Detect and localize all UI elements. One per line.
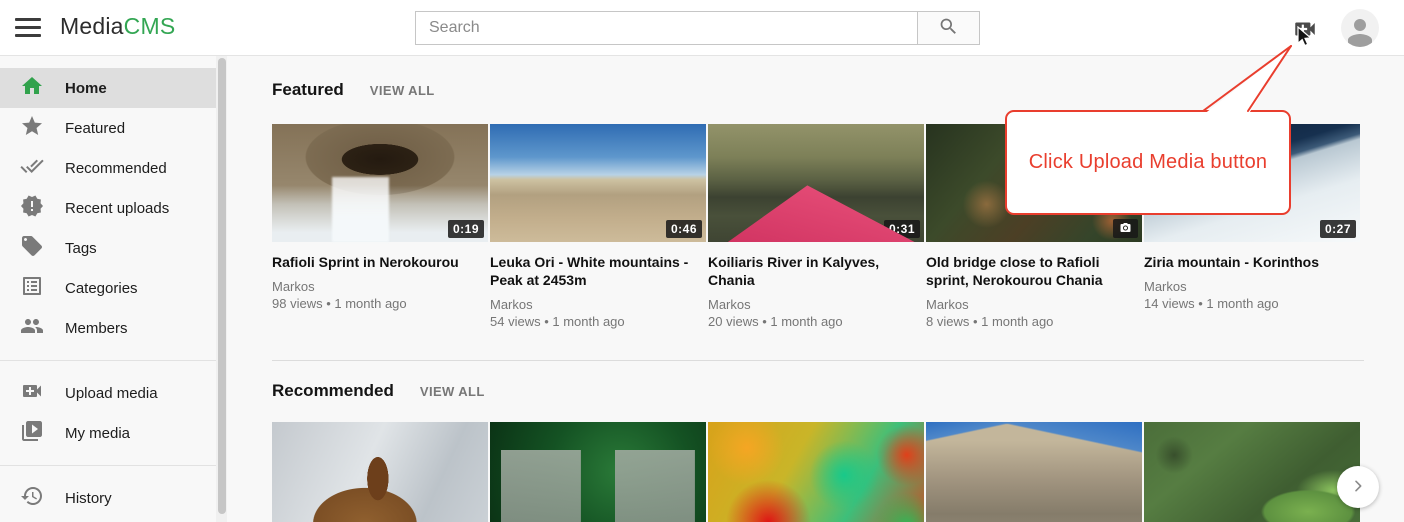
sidebar-item-label: Recent uploads — [65, 200, 169, 217]
section-title: Recommended — [272, 381, 394, 401]
sidebar-item-label: My media — [65, 425, 130, 442]
video-title[interactable]: Old bridge close to Rafioli sprint, Nero… — [926, 253, 1142, 289]
sidebar-item-recommended[interactable]: Recommended — [0, 148, 216, 188]
search-input[interactable] — [415, 11, 917, 45]
video-card[interactable] — [490, 422, 706, 522]
video-meta: 14 views • 1 month ago — [1144, 295, 1360, 312]
video-card[interactable] — [926, 422, 1142, 522]
video-author[interactable]: Markos — [708, 296, 924, 313]
section-divider — [272, 360, 1364, 361]
section-title: Featured — [272, 80, 344, 100]
video-author[interactable]: Markos — [272, 278, 488, 295]
sidebar: Home Featured Recommended Recent uploads… — [0, 56, 216, 522]
members-icon — [20, 314, 44, 342]
menu-icon[interactable] — [15, 18, 41, 38]
photo-camera-icon — [1113, 219, 1138, 238]
sidebar-item-members[interactable]: Members — [0, 308, 216, 348]
mouse-cursor — [1297, 26, 1313, 53]
video-library-icon — [20, 419, 44, 447]
home-icon — [20, 74, 44, 102]
logo-part-cms: CMS — [124, 13, 176, 39]
video-title[interactable]: Rafioli Sprint in Nerokourou — [272, 253, 488, 271]
recommended-section-header: Recommended VIEW ALL — [272, 381, 485, 401]
search-icon — [938, 16, 959, 40]
tag-icon — [20, 234, 44, 262]
duration-badge: 0:46 — [666, 220, 702, 238]
sidebar-item-tags[interactable]: Tags — [0, 228, 216, 268]
sidebar-item-label: Categories — [65, 280, 138, 297]
sidebar-item-label: History — [65, 490, 112, 507]
video-author[interactable]: Markos — [1144, 278, 1360, 295]
sidebar-item-label: Recommended — [65, 160, 167, 177]
callout-pointer — [1190, 40, 1300, 116]
video-card[interactable]: 0:46 Leuka Ori - White mountains - Peak … — [490, 124, 706, 330]
sidebar-item-recent-uploads[interactable]: Recent uploads — [0, 188, 216, 228]
sidebar-divider — [0, 360, 216, 361]
recommended-row — [272, 422, 1360, 522]
video-card[interactable]: 0:31 Koiliaris River in Kalyves, Chania … — [708, 124, 924, 330]
video-card[interactable]: 0:19 Rafioli Sprint in Nerokourou Markos… — [272, 124, 488, 330]
video-meta: 98 views • 1 month ago — [272, 295, 488, 312]
star-icon — [20, 114, 44, 142]
tutorial-callout: Click Upload Media button — [1005, 110, 1291, 215]
carousel-next-button[interactable] — [1337, 466, 1379, 508]
sidebar-item-label: Tags — [65, 240, 97, 257]
video-thumbnail[interactable]: 0:31 — [708, 124, 924, 242]
video-meta: 54 views • 1 month ago — [490, 313, 706, 330]
sidebar-item-label: Upload media — [65, 385, 158, 402]
video-author[interactable]: Markos — [926, 296, 1142, 313]
featured-view-all-link[interactable]: VIEW ALL — [370, 83, 435, 98]
video-author[interactable]: Markos — [490, 296, 706, 313]
user-avatar-icon[interactable] — [1341, 9, 1379, 47]
app-logo[interactable]: MediaCMS — [60, 13, 175, 40]
recommended-view-all-link[interactable]: VIEW ALL — [420, 384, 485, 399]
duration-badge: 0:27 — [1320, 220, 1356, 238]
sidebar-item-history[interactable]: History — [0, 478, 216, 518]
video-thumbnail[interactable] — [272, 422, 488, 522]
search-button[interactable] — [917, 11, 980, 45]
sidebar-scrollbar[interactable] — [216, 56, 227, 522]
categories-icon — [20, 274, 44, 302]
video-title[interactable]: Leuka Ori - White mountains - Peak at 24… — [490, 253, 706, 289]
sidebar-divider — [0, 465, 216, 466]
duration-badge: 0:31 — [884, 220, 920, 238]
search-form — [415, 11, 980, 45]
sidebar-item-my-media[interactable]: My media — [0, 413, 216, 453]
featured-section-header: Featured VIEW ALL — [272, 80, 435, 100]
video-card[interactable] — [272, 422, 488, 522]
sidebar-item-home[interactable]: Home — [0, 68, 216, 108]
sidebar-item-featured[interactable]: Featured — [0, 108, 216, 148]
history-icon — [20, 484, 44, 512]
callout-text: Click Upload Media button — [1029, 151, 1267, 174]
chevron-right-icon — [1350, 478, 1366, 497]
video-meta: 20 views • 1 month ago — [708, 313, 924, 330]
video-card[interactable] — [1144, 422, 1360, 522]
video-title[interactable]: Koiliaris River in Kalyves, Chania — [708, 253, 924, 289]
video-thumbnail[interactable]: 0:46 — [490, 124, 706, 242]
video-thumbnail[interactable]: 0:19 — [272, 124, 488, 242]
new-releases-icon — [20, 194, 44, 222]
sidebar-item-label: Home — [65, 80, 107, 97]
scrollbar-thumb[interactable] — [218, 58, 226, 514]
video-card[interactable] — [708, 422, 924, 522]
video-call-icon — [20, 379, 44, 407]
sidebar-item-label: Members — [65, 320, 128, 337]
video-thumbnail[interactable] — [490, 422, 706, 522]
video-meta: 8 views • 1 month ago — [926, 313, 1142, 330]
sidebar-item-upload-media[interactable]: Upload media — [0, 373, 216, 413]
video-thumbnail[interactable] — [708, 422, 924, 522]
video-thumbnail[interactable] — [1144, 422, 1360, 522]
video-title[interactable]: Ziria mountain - Korinthos — [1144, 253, 1360, 271]
sidebar-item-categories[interactable]: Categories — [0, 268, 216, 308]
done-all-icon — [20, 154, 44, 182]
logo-part-media: Media — [60, 13, 124, 39]
video-thumbnail[interactable] — [926, 422, 1142, 522]
sidebar-item-label: Featured — [65, 120, 125, 137]
duration-badge: 0:19 — [448, 220, 484, 238]
